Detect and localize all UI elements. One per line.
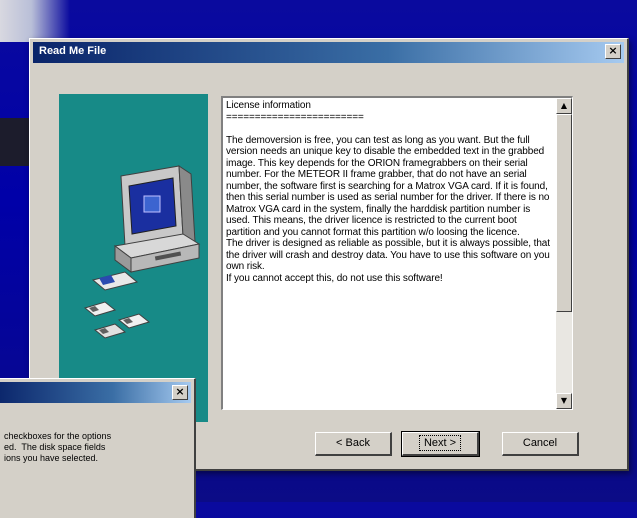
next-button[interactable]: Next > <box>401 431 480 457</box>
background-dialog-text: checkboxes for the options ed. The disk … <box>4 431 112 463</box>
vertical-scrollbar[interactable]: ▲ ▼ <box>556 98 572 409</box>
background-dialog[interactable]: × checkboxes for the options ed. The dis… <box>0 378 196 518</box>
scroll-up-arrow-icon[interactable]: ▲ <box>556 98 572 114</box>
background-dialog-titlebar[interactable]: × <box>0 382 191 403</box>
desktop-window-fragment-dark <box>0 118 30 166</box>
readme-text: License information ====================… <box>226 100 550 284</box>
next-button-label: Next > <box>418 435 462 451</box>
dialog-titlebar[interactable]: Read Me File × <box>33 42 624 63</box>
back-button[interactable]: < Back <box>315 432 392 456</box>
scrollbar-thumb[interactable] <box>556 114 572 312</box>
close-button[interactable]: × <box>605 44 621 59</box>
setup-illustration <box>59 94 208 422</box>
desktop-window-fragment <box>0 0 70 42</box>
background-close-button[interactable]: × <box>172 385 188 400</box>
scroll-down-arrow-icon[interactable]: ▼ <box>556 393 572 409</box>
dialog-title: Read Me File <box>39 45 107 57</box>
computer-with-disks-icon <box>83 165 201 339</box>
cancel-button[interactable]: Cancel <box>502 432 579 456</box>
readme-text-area[interactable]: License information ====================… <box>221 96 573 410</box>
